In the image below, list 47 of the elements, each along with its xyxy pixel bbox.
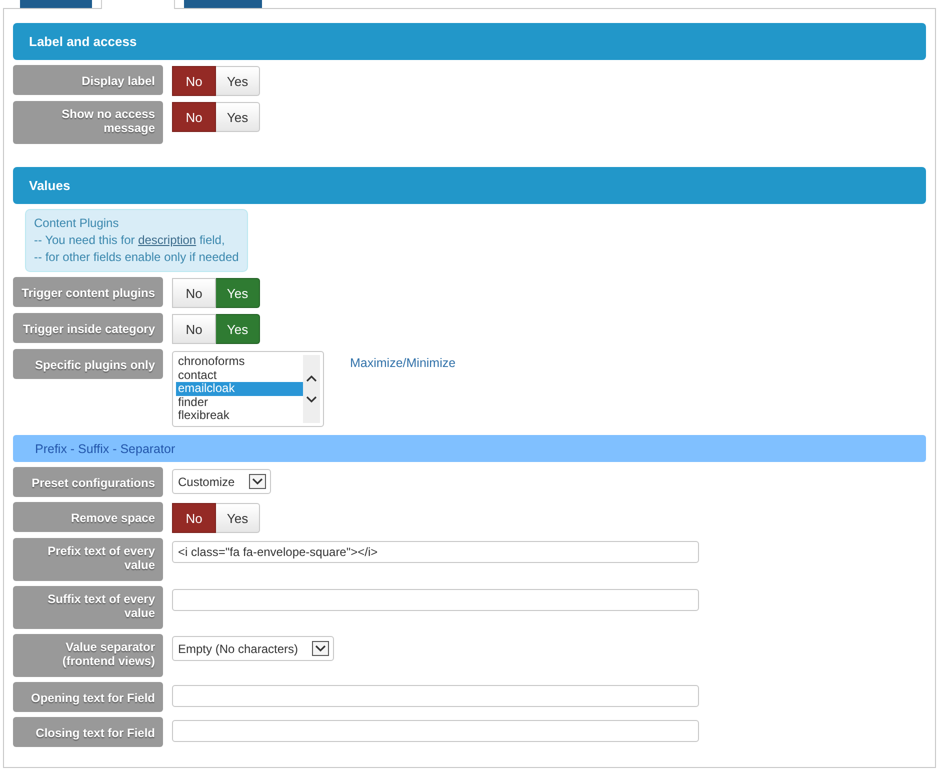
text-field[interactable] [172,720,699,742]
field-label: Suffix text of every value [13,586,163,629]
list-option[interactable]: finder [176,396,303,409]
field-label: Preset configurations [13,467,163,497]
scroll-down-icon[interactable] [306,396,317,403]
yes-button[interactable]: Yes [216,314,260,344]
no-button[interactable]: No [172,503,216,533]
note-line: -- for other fields enable only if needed [34,249,239,266]
field-label: Remove space [13,502,163,532]
note-line: -- You need this for description field, [34,232,226,249]
text-field[interactable] [172,685,699,707]
list-option[interactable]: contact [176,368,303,382]
no-button[interactable]: No [172,314,216,344]
text-field[interactable] [172,589,699,611]
no-button[interactable]: No [172,102,216,132]
plugin-listbox[interactable]: chronoforms contact emailcloak finder flexibreak [172,351,324,427]
dropdown[interactable]: Customize [172,469,271,494]
text-field[interactable]: <i class="fa fa-envelope-square"></i> [172,541,699,563]
field-label: Show no access message [13,101,163,144]
yes-button[interactable]: Yes [216,503,260,533]
field-label: Closing text for Field [13,717,163,747]
subsection-header: Prefix - Suffix - Separator [13,435,926,462]
field-label: Value separator (frontend views) [13,634,163,677]
field-label: Specific plugins only [13,349,163,379]
section-header: Label and access [13,23,926,60]
field-label: Display label [13,65,163,95]
field-label: Opening text for Field [13,682,163,712]
note-title: Content Plugins [34,215,120,232]
yes-button[interactable]: Yes [216,278,260,308]
dropdown-value: Customize [178,474,235,488]
list-option[interactable]: chronoforms [176,355,303,368]
scroll-up-icon[interactable] [306,375,317,382]
tab[interactable] [20,0,92,8]
tab[interactable] [184,0,262,8]
field-label: Trigger content plugins [13,277,163,307]
dropdown-value: Empty (No characters) [178,642,298,656]
field-label: Trigger inside category [13,313,163,343]
list-option[interactable]: flexibreak [176,409,303,422]
dropdown[interactable]: Empty (No characters) [172,636,334,661]
no-button[interactable]: No [172,278,216,308]
section-header: Values [13,167,926,204]
field-label: Prefix text of every value [13,538,163,581]
no-button[interactable]: No [172,66,216,96]
maximize-link[interactable]: Maximize/Minimize [350,356,456,370]
yes-button[interactable]: Yes [216,102,260,132]
yes-button[interactable]: Yes [216,66,260,96]
description-link[interactable]: description [138,233,196,247]
